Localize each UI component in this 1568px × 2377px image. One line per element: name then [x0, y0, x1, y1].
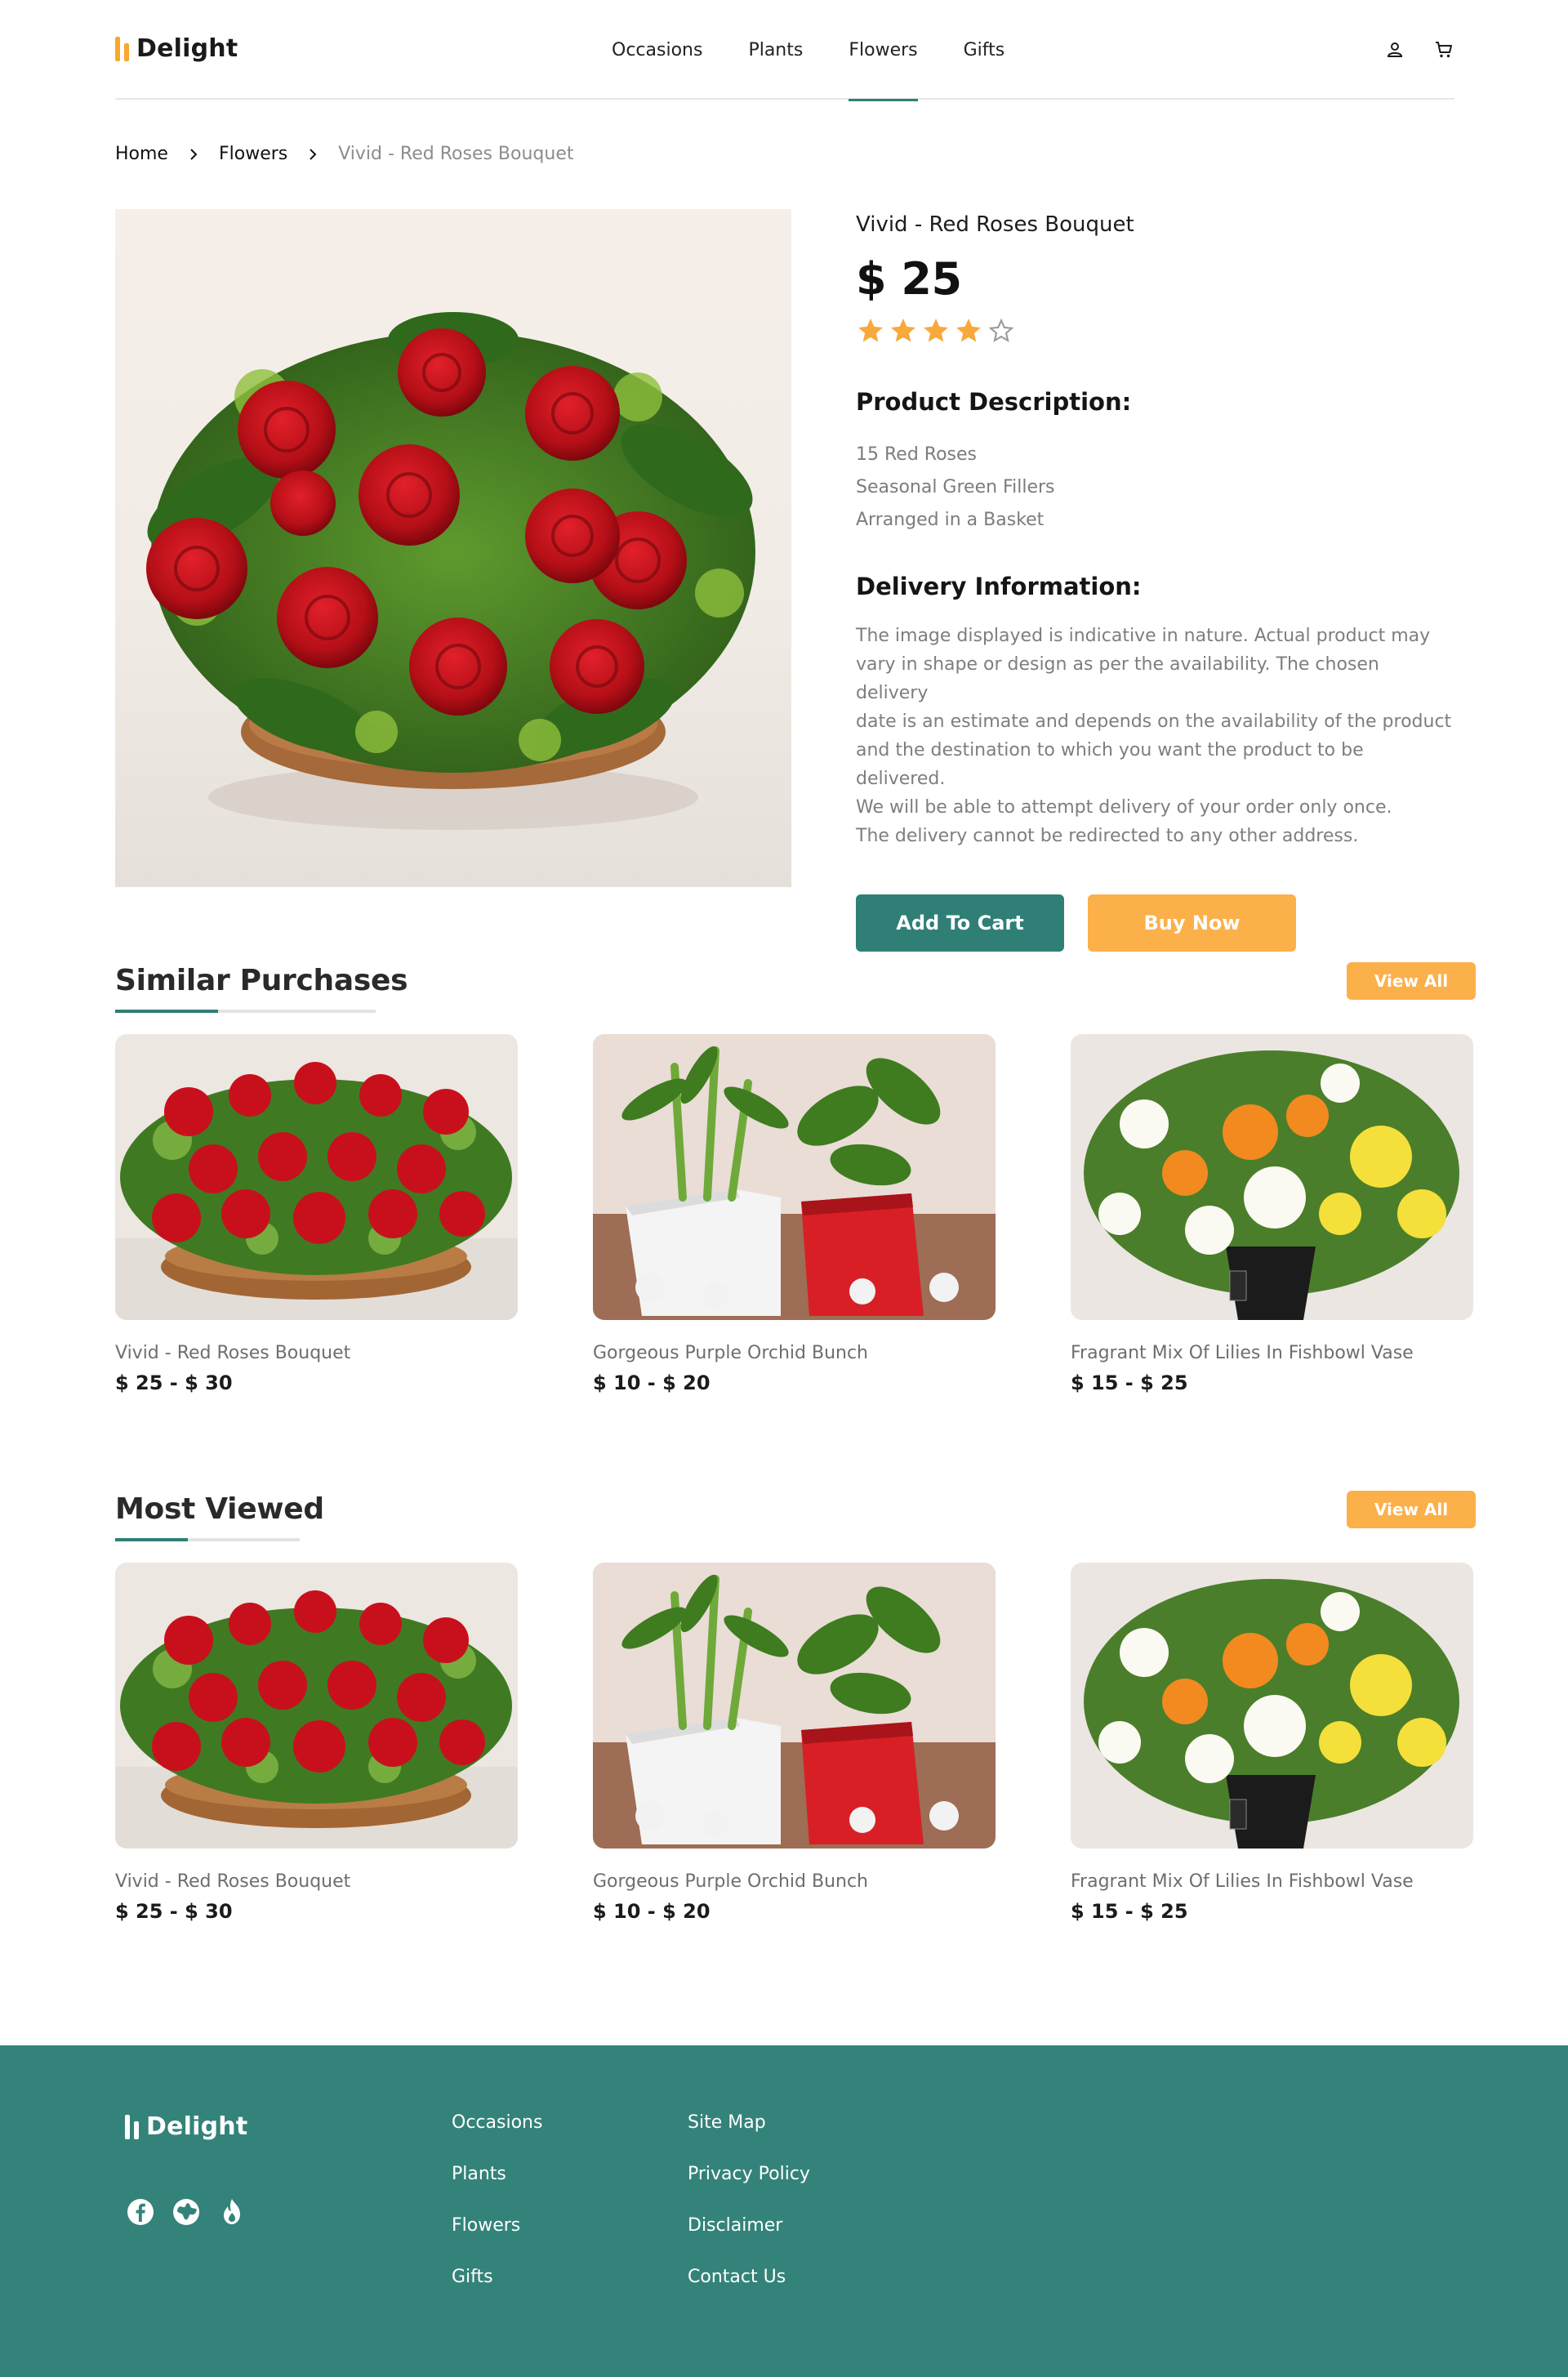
- delivery-line: and the destination to which you want th…: [856, 740, 1364, 789]
- logo-mark-icon: [115, 36, 129, 61]
- header-actions: [1384, 39, 1454, 60]
- social-links: [126, 2197, 247, 2227]
- brand-name: Delight: [136, 34, 238, 63]
- main-nav: Occasions Plants Flowers Gifts: [589, 0, 1028, 101]
- rating-stars: [856, 316, 1452, 346]
- product-card-price: $ 15 - $ 25: [1071, 1900, 1188, 1923]
- nav-item-gifts[interactable]: Gifts: [941, 0, 1028, 100]
- footer-link-occasions[interactable]: Occasions: [452, 2112, 542, 2164]
- site-footer: Delight Occasions Plants Flowers Gifts S…: [0, 2045, 1568, 2377]
- product-card-name: Fragrant Mix Of Lilies In Fishbowl Vase: [1071, 1871, 1414, 1892]
- view-all-button[interactable]: View All: [1347, 962, 1476, 1000]
- brand-logo[interactable]: Delight: [115, 34, 238, 63]
- product-card-image: [593, 1034, 996, 1320]
- product-description-heading: Product Description:: [856, 388, 1132, 416]
- description-item: Seasonal Green Fillers: [856, 477, 1055, 497]
- product-card-list: Vivid - Red Roses Bouquet $ 25 - $ 30 Go…: [115, 1563, 1476, 1923]
- breadcrumb: Home Flowers Vivid - Red Roses Bouquet: [115, 144, 574, 164]
- delivery-information-heading: Delivery Information:: [856, 573, 1142, 600]
- delivery-line: We will be able to attempt delivery of y…: [856, 797, 1392, 818]
- product-card-price: $ 10 - $ 20: [593, 1900, 710, 1923]
- nav-item-flowers[interactable]: Flowers: [826, 0, 940, 101]
- star-empty-icon: [988, 318, 1014, 343]
- title-underline: [115, 1010, 376, 1013]
- product-card-image: [1071, 1563, 1473, 1849]
- star-filled-icon: [858, 319, 883, 342]
- footer-link-contact-us[interactable]: Contact Us: [688, 2267, 810, 2318]
- similar-purchases-section: Similar Purchases View All Vivid - Red R…: [115, 962, 1476, 1394]
- product-info: Vivid - Red Roses Bouquet $ 25 Product D…: [856, 209, 1452, 952]
- facebook-icon[interactable]: [126, 2197, 155, 2227]
- product-card-image: [115, 1563, 518, 1849]
- product-card-name: Vivid - Red Roses Bouquet: [115, 1871, 351, 1892]
- product-card-price: $ 10 - $ 20: [593, 1371, 710, 1394]
- product-title: Vivid - Red Roses Bouquet: [856, 212, 1134, 237]
- product-card-image: [593, 1563, 996, 1849]
- footer-brand-name: Delight: [146, 2112, 248, 2141]
- product-actions: Add To Cart Buy Now: [856, 894, 1452, 952]
- product-card-image: [115, 1034, 518, 1320]
- user-icon[interactable]: [1384, 39, 1405, 60]
- section-title: Most Viewed: [115, 1492, 324, 1526]
- delivery-line: date is an estimate and depends on the a…: [856, 711, 1452, 732]
- star-filled-icon: [891, 319, 915, 342]
- breadcrumb-current: Vivid - Red Roses Bouquet: [338, 144, 574, 164]
- title-underline: [115, 1538, 300, 1541]
- breadcrumb-flowers[interactable]: Flowers: [219, 144, 287, 164]
- product-price: $ 25: [856, 253, 962, 305]
- chevron-right-icon: [287, 148, 338, 160]
- product-card[interactable]: Vivid - Red Roses Bouquet $ 25 - $ 30: [115, 1034, 518, 1394]
- cart-icon[interactable]: [1433, 39, 1454, 60]
- fire-icon[interactable]: [217, 2197, 247, 2227]
- product-card-name: Fragrant Mix Of Lilies In Fishbowl Vase: [1071, 1343, 1414, 1363]
- product-card-price: $ 15 - $ 25: [1071, 1371, 1188, 1394]
- footer-link-flowers[interactable]: Flowers: [452, 2215, 542, 2267]
- buy-now-button[interactable]: Buy Now: [1088, 894, 1296, 952]
- footer-links-categories: Occasions Plants Flowers Gifts: [452, 2112, 542, 2318]
- product-description-list: 15 Red Roses Seasonal Green Fillers Arra…: [856, 439, 1452, 537]
- breadcrumb-home[interactable]: Home: [115, 144, 168, 164]
- product-card-image: [1071, 1034, 1473, 1320]
- site-header: Delight Occasions Plants Flowers Gifts: [115, 0, 1454, 101]
- add-to-cart-button[interactable]: Add To Cart: [856, 894, 1064, 952]
- most-viewed-section: Most Viewed View All Vivid - Red Roses B…: [115, 1491, 1476, 1923]
- delivery-information-text: The image displayed is indicative in nat…: [856, 622, 1452, 850]
- star-filled-icon: [956, 319, 981, 342]
- description-item: Arranged in a Basket: [856, 510, 1045, 530]
- product-card-price: $ 25 - $ 30: [115, 1371, 233, 1394]
- footer-link-site-map[interactable]: Site Map: [688, 2112, 810, 2164]
- product-card[interactable]: Vivid - Red Roses Bouquet $ 25 - $ 30: [115, 1563, 518, 1923]
- description-item: 15 Red Roses: [856, 444, 977, 465]
- logo-mark-icon: [125, 2114, 139, 2139]
- nav-item-plants[interactable]: Plants: [725, 0, 826, 100]
- star-filled-icon: [924, 319, 948, 342]
- footer-link-disclaimer[interactable]: Disclaimer: [688, 2215, 810, 2267]
- footer-link-privacy-policy[interactable]: Privacy Policy: [688, 2164, 810, 2215]
- globe-icon[interactable]: [172, 2197, 201, 2227]
- product-card-name: Gorgeous Purple Orchid Bunch: [593, 1871, 869, 1892]
- footer-link-plants[interactable]: Plants: [452, 2164, 542, 2215]
- product-card[interactable]: Gorgeous Purple Orchid Bunch $ 10 - $ 20: [593, 1034, 996, 1394]
- footer-logo[interactable]: Delight: [125, 2112, 247, 2141]
- section-title: Similar Purchases: [115, 964, 408, 997]
- product-card-price: $ 25 - $ 30: [115, 1900, 233, 1923]
- product-card-name: Gorgeous Purple Orchid Bunch: [593, 1343, 869, 1363]
- product-card[interactable]: Gorgeous Purple Orchid Bunch $ 10 - $ 20: [593, 1563, 996, 1923]
- delivery-line: The delivery cannot be redirected to any…: [856, 826, 1359, 846]
- product-image: [115, 209, 791, 887]
- footer-link-gifts[interactable]: Gifts: [452, 2267, 542, 2318]
- section-header: Similar Purchases View All: [115, 962, 1476, 1021]
- nav-item-occasions[interactable]: Occasions: [589, 0, 725, 100]
- footer-links-info: Site Map Privacy Policy Disclaimer Conta…: [688, 2112, 810, 2318]
- section-header: Most Viewed View All: [115, 1491, 1476, 1550]
- product-card-name: Vivid - Red Roses Bouquet: [115, 1343, 351, 1363]
- product-card[interactable]: Fragrant Mix Of Lilies In Fishbowl Vase …: [1071, 1034, 1473, 1394]
- product-card[interactable]: Fragrant Mix Of Lilies In Fishbowl Vase …: [1071, 1563, 1473, 1923]
- delivery-line: The image displayed is indicative in nat…: [856, 626, 1431, 646]
- product-card-list: Vivid - Red Roses Bouquet $ 25 - $ 30 Go…: [115, 1034, 1476, 1394]
- chevron-right-icon: [168, 148, 219, 160]
- delivery-line: vary in shape or design as per the avail…: [856, 654, 1379, 703]
- view-all-button[interactable]: View All: [1347, 1491, 1476, 1528]
